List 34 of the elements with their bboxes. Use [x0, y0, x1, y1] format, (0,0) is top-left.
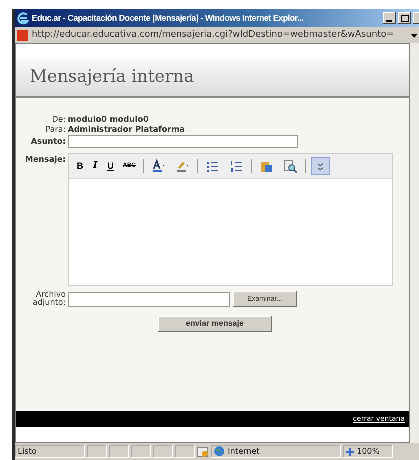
subject-field[interactable]: [68, 135, 298, 148]
status-panel: [175, 445, 195, 458]
field-label: Asunto:: [30, 137, 66, 146]
more-button[interactable]: [311, 157, 330, 175]
zone-indicator: Internet: [211, 445, 341, 458]
page-icon: [17, 30, 28, 40]
field-label: Archivo adjunto:: [32, 291, 66, 308]
zoom-control[interactable]: 100%: [343, 445, 393, 458]
font-color-icon: [151, 158, 166, 174]
window-title: Educ.ar - Capacitación Docente [Mensajería] - Windows Internet Explor...: [32, 13, 305, 23]
send-button[interactable]: enviar mensaje: [158, 316, 272, 332]
browser-icon: [17, 12, 30, 24]
maximize-icon: [400, 14, 408, 22]
address-text[interactable]: http://educar.educativa.com/mensajeria.cgi?wIdDestino=webmaster&wAsunto=: [32, 30, 406, 40]
minimize-button[interactable]: [383, 12, 396, 24]
find-icon: [283, 158, 298, 174]
status-panel: [109, 445, 129, 458]
numbers-icon: [229, 158, 244, 174]
status-panel: [131, 445, 151, 458]
maximize-button[interactable]: [398, 12, 411, 24]
scrollbar[interactable]: [410, 43, 419, 443]
page-heading: Mensajería interna: [16, 58, 409, 98]
globe-icon: [214, 446, 225, 457]
zoom-icon: [346, 448, 354, 456]
close-button[interactable]: [413, 12, 419, 24]
field-label: Mensaje:: [24, 155, 66, 166]
recipient-name: Administrador Plataforma: [68, 125, 186, 134]
field-label: De:: [51, 115, 66, 124]
status-panel: [87, 445, 107, 458]
attachment-field[interactable]: [68, 292, 230, 307]
field-label: Para:: [44, 125, 66, 134]
sender-name: modulo0 modulo0: [68, 115, 150, 124]
status-panel: [153, 445, 173, 458]
status-text: Listo: [15, 445, 85, 458]
